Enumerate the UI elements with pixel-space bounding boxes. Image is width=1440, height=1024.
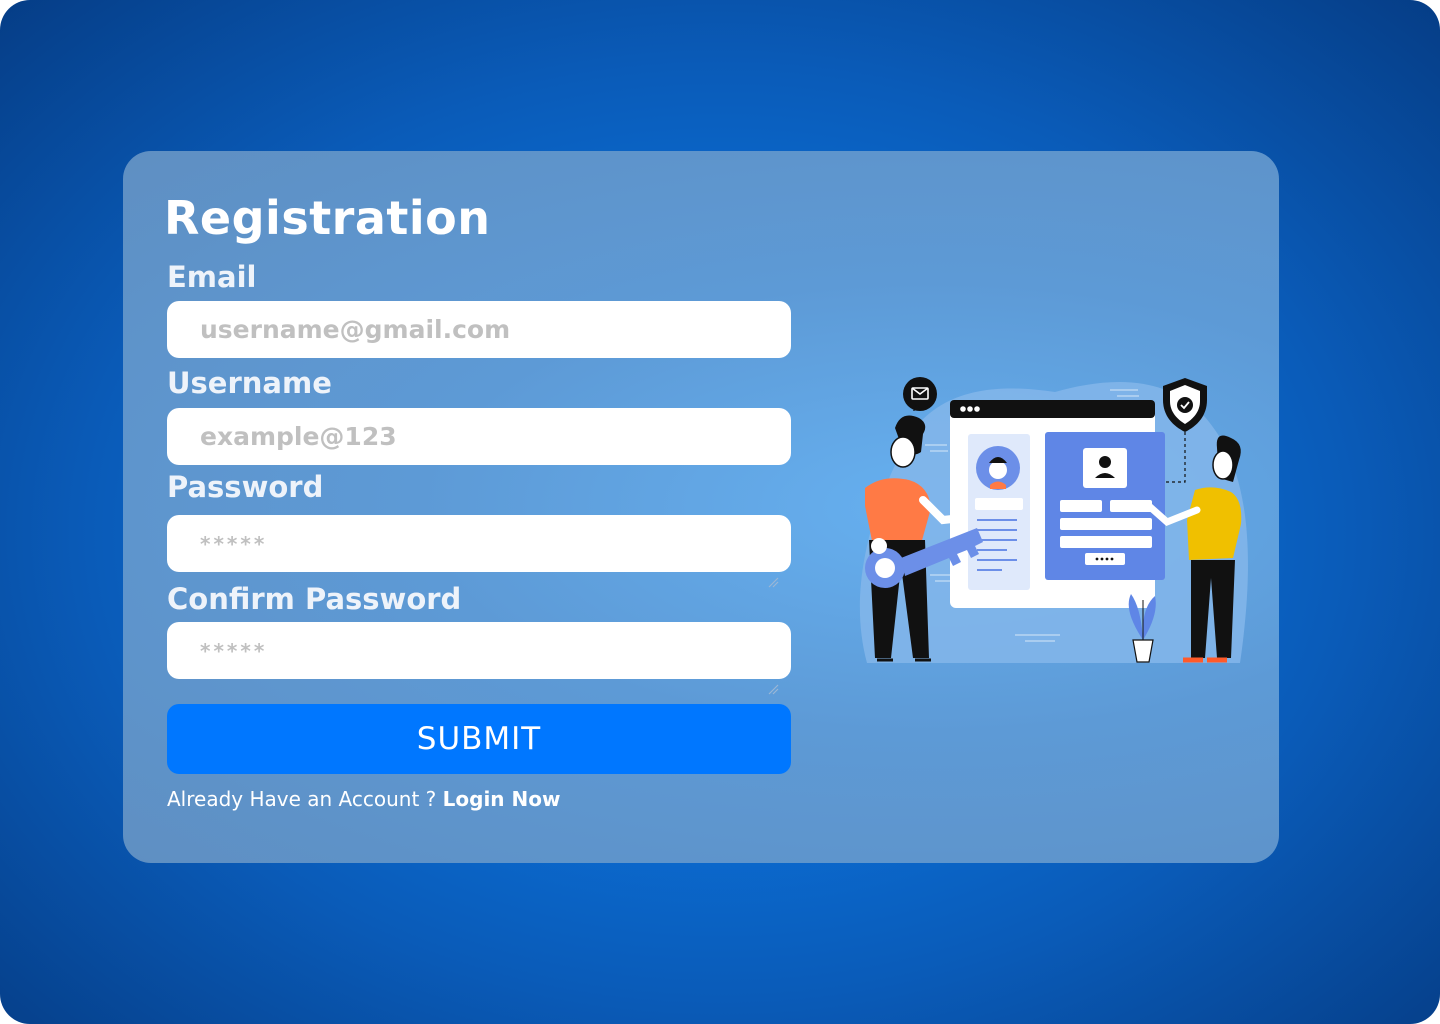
email-field[interactable] <box>200 315 760 344</box>
confirm-password-field-wrapper <box>167 622 791 695</box>
password-label: Password <box>167 470 324 504</box>
login-prompt: Already Have an Account ? Login Now <box>167 785 560 813</box>
username-field[interactable] <box>200 422 760 451</box>
confirm-password-label: Confirm Password <box>167 582 462 616</box>
page-title: Registration <box>164 191 491 245</box>
resize-handle-icon[interactable] <box>767 576 779 588</box>
confirm-password-field[interactable] <box>200 638 760 663</box>
password-field-wrapper <box>167 515 791 588</box>
login-now-link[interactable]: Login Now <box>443 787 561 811</box>
email-label: Email <box>167 260 257 294</box>
page-background: Registration Email Username Password Con… <box>0 0 1440 1024</box>
email-field-wrapper <box>167 301 791 358</box>
resize-handle-icon[interactable] <box>767 683 779 695</box>
login-prompt-text: Already Have an Account ? <box>167 787 443 811</box>
mail-icon <box>903 377 937 411</box>
password-field[interactable] <box>200 531 760 556</box>
submit-button[interactable]: SUBMIT <box>167 704 791 774</box>
registration-illustration <box>859 377 1248 663</box>
username-field-wrapper <box>167 408 791 465</box>
username-label: Username <box>167 366 332 400</box>
